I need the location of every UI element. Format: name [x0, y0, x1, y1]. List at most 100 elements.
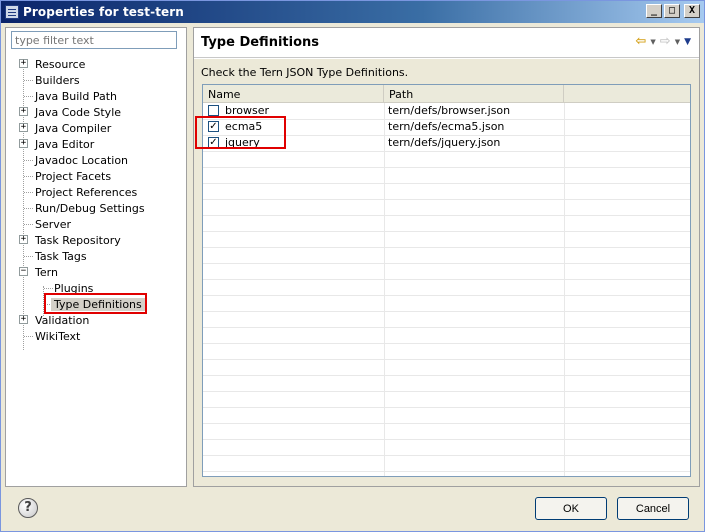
table-body: browser tern/defs/browser.json ✓ ecma5 t…	[203, 103, 690, 476]
tree-item-project-facets[interactable]: Project Facets	[6, 168, 186, 184]
expand-icon[interactable]: +	[19, 315, 28, 324]
row-divider	[203, 151, 690, 152]
tree-item-label: WikiText	[35, 329, 81, 343]
column-header-blank	[564, 85, 690, 102]
forward-dropdown-icon[interactable]: ▼	[675, 35, 680, 49]
properties-icon	[5, 5, 19, 19]
window-controls: _ □ X	[646, 4, 700, 18]
tree-connector	[24, 192, 33, 193]
row-divider	[203, 295, 690, 296]
row-divider	[203, 455, 690, 456]
close-button[interactable]: X	[684, 4, 700, 18]
page-title: Type Definitions	[201, 35, 319, 50]
expand-icon[interactable]: +	[19, 139, 28, 148]
tree-connector	[44, 288, 53, 289]
tree-item-label: Java Editor	[35, 137, 95, 151]
back-dropdown-icon[interactable]: ▼	[650, 35, 655, 49]
tree-item-java-code-style[interactable]: + Java Code Style	[6, 104, 186, 120]
tree-item-label: Project References	[35, 185, 138, 199]
tree-item-label: Task Tags	[35, 249, 87, 263]
tree-item-project-references[interactable]: Project References	[6, 184, 186, 200]
tree-item-label: Run/Debug Settings	[35, 201, 145, 215]
page-header: Type Definitions ⇦ ▼ ⇨ ▼ ▼	[194, 28, 699, 58]
row-divider	[203, 439, 690, 440]
expand-icon[interactable]: +	[19, 123, 28, 132]
row-divider	[203, 311, 690, 312]
ok-button[interactable]: OK	[535, 497, 607, 520]
tree-connector	[24, 256, 33, 257]
tree-item-label: Resource	[35, 57, 86, 71]
forward-arrow-icon[interactable]: ⇨	[660, 35, 671, 49]
tree-item-resource[interactable]: + Resource	[6, 56, 186, 72]
view-menu-icon[interactable]: ▼	[684, 35, 691, 49]
row-divider	[203, 183, 690, 184]
minimize-button[interactable]: _	[646, 4, 662, 18]
tree-item-label: Java Build Path	[35, 89, 118, 103]
annotation-highlight-box	[195, 116, 286, 149]
tree-item-task-repository[interactable]: + Task Repository	[6, 232, 186, 248]
column-header-path[interactable]: Path	[384, 85, 564, 102]
row-path: tern/defs/ecma5.json	[388, 120, 505, 133]
page-navigation: ⇦ ▼ ⇨ ▼ ▼	[635, 35, 691, 49]
help-icon[interactable]: ?	[18, 498, 38, 518]
tree-connector	[24, 208, 33, 209]
expand-icon[interactable]: +	[19, 235, 28, 244]
title-bar: Properties for test-tern _ □ X	[1, 1, 704, 23]
tree-item-java-build-path[interactable]: Java Build Path	[6, 88, 186, 104]
column-header-name[interactable]: Name	[203, 85, 384, 102]
tree-item-label: Javadoc Location	[35, 153, 129, 167]
properties-dialog: Properties for test-tern _ □ X + Resourc…	[0, 0, 705, 532]
back-arrow-icon[interactable]: ⇦	[635, 35, 646, 49]
tree-item-builders[interactable]: Builders	[6, 72, 186, 88]
page-description: Check the Tern JSON Type Definitions.	[201, 66, 409, 79]
row-divider	[203, 327, 690, 328]
tree-item-label: Tern	[35, 265, 58, 279]
row-divider	[203, 199, 690, 200]
row-divider	[203, 231, 690, 232]
tree-item-javadoc-location[interactable]: Javadoc Location	[6, 152, 186, 168]
tree-connector	[24, 80, 33, 81]
maximize-button[interactable]: □	[664, 4, 680, 18]
tree-item-tern[interactable]: − Tern	[6, 264, 186, 280]
row-divider	[203, 391, 690, 392]
column-divider	[384, 103, 385, 476]
tree-item-wikitext[interactable]: WikiText	[6, 328, 186, 344]
tree-item-label: Java Compiler	[35, 121, 112, 135]
tree-item-label: Java Code Style	[35, 105, 122, 119]
column-divider	[564, 103, 565, 476]
expand-icon[interactable]: +	[19, 59, 28, 68]
tree-item-label: Server	[35, 217, 72, 231]
row-path: tern/defs/jquery.json	[388, 136, 501, 149]
row-divider	[203, 215, 690, 216]
tree-item-server[interactable]: Server	[6, 216, 186, 232]
row-divider	[203, 167, 690, 168]
collapse-icon[interactable]: −	[19, 267, 28, 276]
tree-item-task-tags[interactable]: Task Tags	[6, 248, 186, 264]
row-checkbox[interactable]	[208, 105, 219, 116]
row-path: tern/defs/browser.json	[388, 104, 511, 117]
row-divider	[203, 471, 690, 472]
tree-item-label: Project Facets	[35, 169, 112, 183]
tree-item-java-compiler[interactable]: + Java Compiler	[6, 120, 186, 136]
row-divider	[203, 279, 690, 280]
tree-item-label: Task Repository	[35, 233, 121, 247]
row-divider	[203, 359, 690, 360]
tree-connector	[24, 176, 33, 177]
annotation-highlight-box	[44, 293, 147, 314]
tree-connector	[24, 336, 33, 337]
table-header: Name Path	[203, 85, 690, 103]
tree-item-java-editor[interactable]: + Java Editor	[6, 136, 186, 152]
row-divider	[203, 407, 690, 408]
row-divider	[203, 247, 690, 248]
window-title: Properties for test-tern	[23, 5, 184, 19]
tree-item-run-debug-settings[interactable]: Run/Debug Settings	[6, 200, 186, 216]
tree-item-label: Builders	[35, 73, 80, 87]
row-divider	[203, 343, 690, 344]
row-divider	[203, 375, 690, 376]
navigation-pane: + Resource Builders Java Build Path + Ja…	[5, 27, 187, 487]
tree-connector	[24, 96, 33, 97]
tree-item-validation[interactable]: + Validation	[6, 312, 186, 328]
filter-input[interactable]	[11, 31, 177, 49]
cancel-button[interactable]: Cancel	[617, 497, 689, 520]
expand-icon[interactable]: +	[19, 107, 28, 116]
